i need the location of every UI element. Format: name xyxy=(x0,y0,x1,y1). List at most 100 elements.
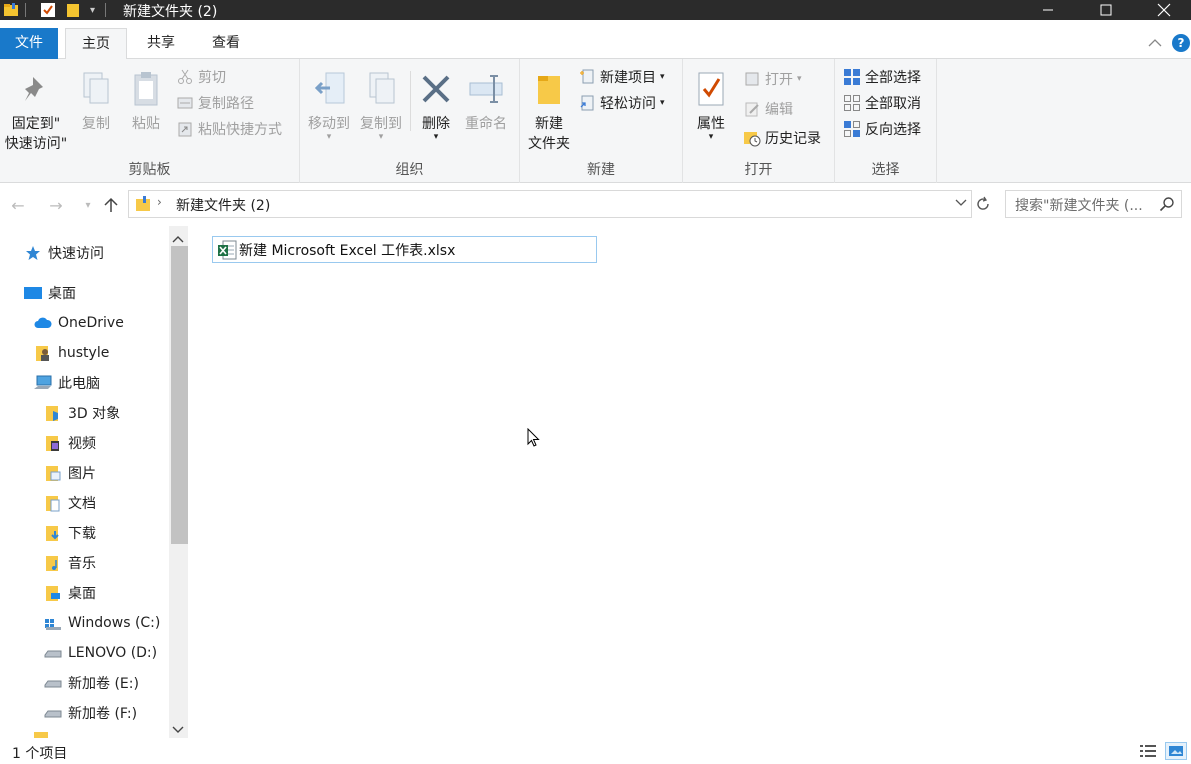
folder-app-icon[interactable] xyxy=(3,2,19,18)
easy-access-button[interactable]: 轻松访问 ▾ xyxy=(578,93,665,113)
search-box[interactable]: 搜索"新建文件夹 (... xyxy=(1005,190,1182,218)
open-button[interactable]: 打开 ▾ xyxy=(743,69,802,89)
copy-to-icon xyxy=(363,69,399,109)
tab-home[interactable]: 主页 xyxy=(65,28,127,60)
copy-to-button[interactable]: 复制到 ▾ xyxy=(356,69,406,142)
back-arrow-icon[interactable]: ← xyxy=(8,195,28,215)
move-to-button[interactable]: 移动到 ▾ xyxy=(304,69,354,142)
new-item-dropdown-icon: ▾ xyxy=(660,72,665,82)
copy-path-button[interactable]: 复制路径 xyxy=(176,93,254,113)
nav-desktop-pc-label: 桌面 xyxy=(68,586,96,602)
nav-drive-f[interactable]: 新加卷 (F:) xyxy=(44,700,137,726)
scroll-up-icon[interactable] xyxy=(172,231,184,247)
clipboard-group: 固定到" 快速访问" 复制 粘贴 剪切 复制路径 粘贴快捷方式 剪贴板 xyxy=(0,59,300,183)
nav-documents[interactable]: 文档 xyxy=(44,490,96,516)
new-group-label: 新建 xyxy=(587,162,615,178)
select-all-label: 全部选择 xyxy=(865,70,921,86)
nav-onedrive[interactable]: OneDrive xyxy=(34,310,124,336)
properties-qat-icon[interactable] xyxy=(40,2,56,18)
new-item-label: 新建项目 xyxy=(600,70,656,86)
pin-quick-access-button[interactable]: 固定到" 快速访问" xyxy=(2,69,70,153)
minimize-button[interactable] xyxy=(1025,0,1071,20)
nav-quick-access[interactable]: 快速访问 xyxy=(24,240,104,266)
rename-label: 重命名 xyxy=(465,116,507,132)
up-arrow-icon[interactable] xyxy=(101,195,121,215)
nav-downloads[interactable]: 下载 xyxy=(44,520,96,546)
new-item-button[interactable]: 新建项目 ▾ xyxy=(578,67,665,87)
nav-drive-f-label: 新加卷 (F:) xyxy=(68,706,138,722)
nav-pictures[interactable]: 图片 xyxy=(44,460,96,486)
nav-desktop[interactable]: 桌面 xyxy=(24,280,76,306)
paste-button[interactable]: 粘贴 xyxy=(124,69,168,133)
copy-button[interactable]: 复制 xyxy=(74,69,118,133)
nav-videos[interactable]: 视频 xyxy=(44,430,96,456)
select-none-button[interactable]: 全部取消 xyxy=(843,93,921,113)
search-icon[interactable] xyxy=(1159,196,1175,216)
details-view-icon[interactable] xyxy=(1139,744,1157,762)
history-button[interactable]: 历史记录 xyxy=(743,128,821,148)
delete-label: 删除 xyxy=(422,116,450,132)
status-bar: 1 个项目 xyxy=(0,738,1191,764)
drive-icon xyxy=(44,674,62,692)
address-bar[interactable]: › 新建文件夹 (2) xyxy=(128,190,972,218)
new-folder-button[interactable]: 新建 文件夹 xyxy=(524,69,574,153)
cut-button[interactable]: 剪切 xyxy=(176,67,226,87)
recent-locations-icon[interactable]: ▾ xyxy=(78,195,98,215)
properties-button[interactable]: 属性 ▾ xyxy=(689,69,733,142)
new-folder-icon xyxy=(531,69,567,109)
edit-button[interactable]: 编辑 xyxy=(743,99,793,119)
organize-group: 移动到 ▾ 复制到 ▾ 删除 ▾ 重命名 组织 xyxy=(300,59,520,183)
file-list[interactable]: 新建 Microsoft Excel 工作表.xlsx xyxy=(190,226,1191,738)
delete-button[interactable]: 删除 ▾ xyxy=(414,69,458,142)
forward-arrow-icon[interactable]: → xyxy=(46,195,66,215)
nav-user[interactable]: hustyle xyxy=(34,340,109,366)
nav-desktop-pc[interactable]: 桌面 xyxy=(44,580,96,606)
ribbon-tabs: 文件 主页 共享 查看 ? xyxy=(0,28,1191,60)
file-item[interactable]: 新建 Microsoft Excel 工作表.xlsx xyxy=(212,236,597,263)
large-icons-view-icon[interactable] xyxy=(1165,742,1187,760)
refresh-icon[interactable] xyxy=(975,196,991,216)
nav-music[interactable]: 音乐 xyxy=(44,550,96,576)
nav-drive-c[interactable]: Windows (C:) xyxy=(44,610,160,636)
new-folder-label-line1: 新建 xyxy=(535,116,563,132)
qat-customize-icon[interactable]: ▾ xyxy=(90,5,95,16)
maximize-button[interactable] xyxy=(1083,0,1129,20)
scroll-thumb[interactable] xyxy=(171,246,188,544)
delete-x-icon xyxy=(418,69,454,109)
scissors-icon xyxy=(176,68,194,86)
address-path[interactable]: 新建文件夹 (2) xyxy=(176,195,270,215)
help-icon[interactable]: ? xyxy=(1172,34,1190,52)
move-to-label: 移动到 xyxy=(308,116,350,132)
nav-3d-objects[interactable]: 3D 对象 xyxy=(44,400,120,426)
move-to-dropdown-icon: ▾ xyxy=(326,132,332,142)
ribbon-collapse-icon[interactable] xyxy=(1148,36,1162,52)
documents-icon xyxy=(44,494,62,512)
rename-button[interactable]: 重命名 xyxy=(460,69,512,133)
nav-this-pc[interactable]: 此电脑 xyxy=(34,370,100,396)
address-chevron-icon[interactable]: › xyxy=(157,195,162,209)
open-label: 打开 xyxy=(765,72,793,88)
properties-icon xyxy=(693,69,729,109)
nav-scrollbar[interactable] xyxy=(169,226,188,738)
select-none-label: 全部取消 xyxy=(865,96,921,112)
nav-drive-d[interactable]: LENOVO (D:) xyxy=(44,640,157,666)
invert-selection-button[interactable]: 反向选择 xyxy=(843,119,921,139)
scroll-down-icon[interactable] xyxy=(172,722,184,738)
close-button[interactable] xyxy=(1141,0,1187,20)
paste-shortcut-label: 粘贴快捷方式 xyxy=(198,122,282,138)
search-placeholder[interactable]: 搜索"新建文件夹 (... xyxy=(1015,195,1143,215)
invert-selection-icon xyxy=(843,120,861,138)
select-all-icon xyxy=(843,68,861,86)
mouse-cursor-icon xyxy=(527,427,540,452)
nav-drive-e[interactable]: 新加卷 (E:) xyxy=(44,670,139,696)
title-bar: ▾ 新建文件夹 (2) xyxy=(0,0,1191,20)
tab-share[interactable]: 共享 xyxy=(135,28,187,59)
tab-file[interactable]: 文件 xyxy=(0,28,58,59)
address-dropdown-icon[interactable] xyxy=(955,196,967,212)
nav-videos-label: 视频 xyxy=(68,436,96,452)
paste-shortcut-button[interactable]: 粘贴快捷方式 xyxy=(176,119,282,139)
select-all-button[interactable]: 全部选择 xyxy=(843,67,921,87)
tab-view[interactable]: 查看 xyxy=(199,28,253,59)
copy-to-label: 复制到 xyxy=(360,116,402,132)
new-folder-qat-icon[interactable] xyxy=(66,2,80,18)
